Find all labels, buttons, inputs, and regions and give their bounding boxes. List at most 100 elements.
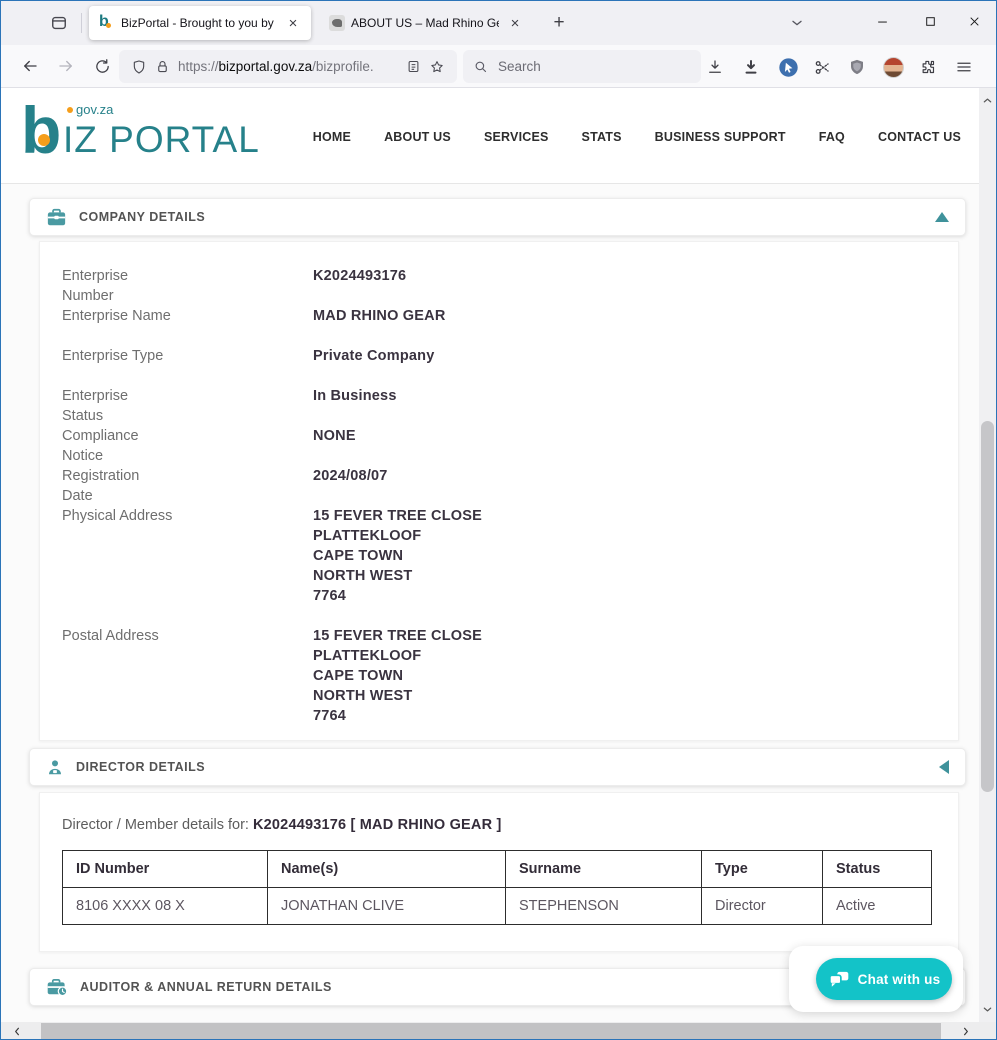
field-label: Enterprise Type (62, 346, 313, 366)
scroll-up-icon[interactable] (979, 92, 996, 108)
nav-stats[interactable]: STATS (582, 130, 622, 144)
tab-title: BizPortal - Brought to you by th (121, 16, 277, 30)
screenshot-scissors-icon[interactable] (809, 54, 835, 80)
new-tab-button[interactable]: + (545, 9, 573, 37)
forward-button[interactable] (49, 49, 83, 83)
tab-title: ABOUT US – Mad Rhino Gear (351, 16, 499, 30)
bizportal-favicon: b (99, 15, 115, 31)
logo-orange-dot (38, 134, 50, 146)
horizontal-scrollbar-thumb[interactable] (41, 1023, 941, 1039)
field-row: Enterprise Name MAD RHINO GEAR (62, 306, 936, 326)
lock-icon[interactable] (155, 59, 170, 74)
vertical-scrollbar-thumb[interactable] (981, 421, 994, 792)
back-button[interactable] (13, 49, 47, 83)
list-all-tabs-icon[interactable] (783, 9, 811, 37)
tab-strip: b BizPortal - Brought to you by th × ABO… (1, 1, 996, 45)
field-value: K2024493176 (313, 266, 406, 306)
cell-status: Active (823, 888, 932, 925)
section-title: DIRECTOR DETAILS (76, 760, 939, 774)
briefcase-clock-icon (46, 978, 68, 997)
field-row: Physical Address 15 FEVER TREE CLOSE PLA… (62, 506, 936, 606)
director-details-header[interactable]: DIRECTOR DETAILS (29, 748, 966, 786)
url-text: https://bizportal.gov.za/bizprofile. (178, 59, 402, 74)
url-domain: bizportal.gov.za (219, 59, 313, 74)
download-manager-icon[interactable] (738, 54, 764, 80)
pointer-extension-icon[interactable] (775, 54, 801, 80)
profile-avatar[interactable] (880, 54, 906, 80)
header-type: Type (702, 851, 823, 888)
chat-bubbles-icon (828, 971, 850, 988)
director-intro-value: K2024493176 [ MAD RHINO GEAR ] (253, 817, 502, 833)
header-names: Name(s) (268, 851, 506, 888)
director-details-panel: Director / Member details for: K20244931… (39, 792, 959, 952)
tab-mad-rhino[interactable]: ABOUT US – Mad Rhino Gear × (319, 6, 533, 40)
rhino-favicon (329, 15, 345, 31)
director-table: ID Number Name(s) Surname Type Status 81… (62, 850, 932, 925)
url-bar[interactable]: https://bizportal.gov.za/bizprofile. (119, 50, 457, 83)
nav-about-us[interactable]: ABOUT US (384, 130, 451, 144)
reload-button[interactable] (85, 49, 119, 83)
field-value: NONE (313, 426, 356, 466)
search-bar[interactable] (463, 50, 701, 83)
director-intro: Director / Member details for: K20244931… (62, 817, 936, 833)
person-icon (46, 758, 64, 777)
vertical-scrollbar[interactable] (979, 88, 996, 1023)
scroll-right-icon[interactable] (953, 1022, 977, 1040)
field-label: Enterprise Status (62, 386, 313, 426)
menu-hamburger-icon[interactable] (951, 54, 977, 80)
main-nav: HOME ABOUT US SERVICES STATS BUSINESS SU… (313, 130, 961, 144)
field-value: In Business (313, 386, 397, 426)
chat-label: Chat with us (858, 972, 941, 987)
field-row: Registration Date 2024/08/07 (62, 466, 936, 506)
field-value: 15 FEVER TREE CLOSE PLATTEKLOOF CAPE TOW… (313, 506, 482, 606)
search-icon (473, 59, 488, 74)
cell-id-number: 8106 XXXX 08 X (63, 888, 268, 925)
ublock-shield-icon[interactable] (844, 54, 870, 80)
bizportal-logo[interactable]: b gov.za IZ PORTAL (21, 96, 281, 176)
table-header-row: ID Number Name(s) Surname Type Status (63, 851, 932, 888)
collapse-up-icon[interactable] (935, 212, 949, 222)
url-path: /bizprofile. (312, 59, 374, 74)
window-close-button[interactable] (951, 1, 997, 41)
chat-with-us-button[interactable]: Chat with us (816, 958, 952, 1000)
field-value: MAD RHINO GEAR (313, 306, 446, 326)
field-row: Enterprise Status In Business (62, 386, 936, 426)
company-details-header[interactable]: COMPANY DETAILS (29, 198, 966, 236)
logo-govza: gov.za (67, 102, 113, 117)
window-minimize-button[interactable] (859, 1, 905, 41)
nav-faq[interactable]: FAQ (819, 130, 845, 144)
nav-contact-us[interactable]: CONTACT US (878, 130, 961, 144)
cell-names: JONATHAN CLIVE (268, 888, 506, 925)
window-maximize-button[interactable] (907, 1, 953, 41)
nav-business-support[interactable]: BUSINESS SUPPORT (655, 130, 786, 144)
logo-text: IZ PORTAL (63, 119, 260, 161)
field-label: Enterprise Number (62, 266, 313, 306)
extensions-puzzle-icon[interactable] (915, 54, 941, 80)
field-value: Private Company (313, 346, 434, 366)
director-intro-label: Director / Member details for: (62, 817, 249, 833)
scroll-down-icon[interactable] (979, 1001, 996, 1017)
header-surname: Surname (506, 851, 702, 888)
browser-window: b BizPortal - Brought to you by th × ABO… (0, 0, 997, 1040)
tab-bizportal[interactable]: b BizPortal - Brought to you by th × (89, 6, 311, 40)
tab-close-icon[interactable]: × (283, 13, 303, 33)
search-input[interactable] (496, 58, 666, 75)
logo-b-glyph: b (21, 90, 61, 170)
header-status: Status (823, 851, 932, 888)
shield-icon[interactable] (131, 59, 147, 75)
bookmark-star-icon[interactable] (429, 59, 445, 75)
horizontal-scrollbar[interactable] (1, 1022, 996, 1040)
downloads-icon[interactable] (702, 54, 728, 80)
reader-mode-icon[interactable] (406, 59, 421, 74)
tab-close-icon[interactable]: × (505, 13, 525, 33)
cell-type: Director (702, 888, 823, 925)
firefox-view-icon[interactable] (47, 11, 71, 35)
field-row: Enterprise Type Private Company (62, 346, 936, 366)
nav-services[interactable]: SERVICES (484, 130, 549, 144)
field-value: 15 FEVER TREE CLOSE PLATTEKLOOF CAPE TOW… (313, 626, 482, 726)
tab-separator (81, 13, 82, 33)
nav-home[interactable]: HOME (313, 130, 351, 144)
scroll-left-icon[interactable] (5, 1022, 29, 1040)
collapse-left-icon[interactable] (939, 760, 949, 774)
field-label: Enterprise Name (62, 306, 313, 326)
